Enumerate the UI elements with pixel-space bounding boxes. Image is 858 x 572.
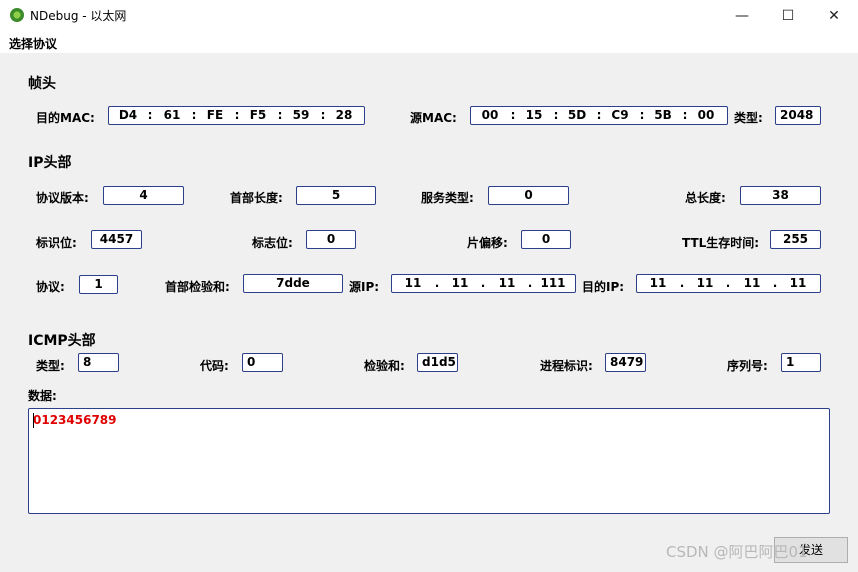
- src-mac-octet[interactable]: 00: [687, 107, 725, 124]
- data-content: 0123456789: [33, 413, 117, 427]
- ip-protocol-field[interactable]: 1: [79, 275, 118, 294]
- minimize-button[interactable]: —: [719, 0, 765, 31]
- src-mac-octet[interactable]: 00: [471, 107, 509, 124]
- watermark: CSDN @阿巴阿巴01: [666, 543, 808, 561]
- ip-header-length-field[interactable]: 5: [296, 186, 376, 205]
- close-button[interactable]: ✕: [811, 0, 857, 31]
- src-ip-field[interactable]: 11 . 11 . 11 . 111: [391, 274, 576, 293]
- dst-mac-field[interactable]: D4 : 61 : FE : F5 : 59 : 28: [108, 106, 365, 125]
- ip-checksum-label: 首部检验和:: [165, 280, 230, 294]
- section-icmp-header: ICMP头部: [28, 333, 96, 349]
- dst-ip-octet[interactable]: 11: [637, 275, 679, 292]
- dst-ip-field[interactable]: 11 . 11 . 11 . 11: [636, 274, 821, 293]
- frame-type-field[interactable]: 2048: [775, 106, 821, 125]
- maximize-button[interactable]: ☐: [765, 0, 811, 31]
- icmp-process-id-label: 进程标识:: [540, 359, 593, 373]
- ip-ttl-field[interactable]: 255: [770, 230, 821, 249]
- ip-fragment-offset-label: 片偏移:: [467, 236, 508, 250]
- section-ip-header: IP头部: [28, 155, 72, 171]
- src-mac-octet[interactable]: 15: [515, 107, 553, 124]
- ip-flags-field[interactable]: 0: [306, 230, 356, 249]
- ip-total-length-label: 总长度:: [685, 191, 726, 205]
- icmp-sequence-label: 序列号:: [727, 359, 768, 373]
- icmp-type-label: 类型:: [36, 359, 65, 373]
- dst-ip-octet[interactable]: 11: [777, 275, 819, 292]
- ip-tos-field[interactable]: 0: [488, 186, 569, 205]
- ip-id-field[interactable]: 4457: [91, 230, 142, 249]
- ip-ttl-label: TTL生存时间:: [682, 236, 760, 250]
- src-mac-octet[interactable]: C9: [601, 107, 639, 124]
- window-title: NDebug - 以太网: [30, 9, 127, 23]
- ip-protocol-label: 协议:: [36, 280, 65, 294]
- data-label: 数据:: [28, 389, 57, 403]
- icmp-checksum-label: 检验和:: [364, 359, 405, 373]
- dst-mac-label: 目的MAC:: [36, 111, 95, 125]
- menu-bar: 选择协议: [0, 31, 858, 53]
- ip-version-label: 协议版本:: [36, 191, 89, 205]
- section-frame-header: 帧头: [28, 76, 56, 92]
- dst-mac-octet[interactable]: FE: [196, 107, 234, 124]
- icmp-type-field[interactable]: 8: [78, 353, 119, 372]
- ip-tos-label: 服务类型:: [421, 191, 474, 205]
- menu-select-protocol[interactable]: 选择协议: [9, 35, 57, 52]
- data-textarea[interactable]: 0123456789: [28, 408, 830, 514]
- src-ip-octet[interactable]: 11: [486, 275, 528, 292]
- text-caret: [33, 413, 34, 428]
- ip-fragment-offset-field[interactable]: 0: [521, 230, 571, 249]
- src-mac-field[interactable]: 00 : 15 : 5D : C9 : 5B : 00: [470, 106, 728, 125]
- icmp-code-field[interactable]: 0: [242, 353, 283, 372]
- frame-type-label: 类型:: [734, 111, 763, 125]
- dst-ip-octet[interactable]: 11: [731, 275, 773, 292]
- ip-flags-label: 标志位:: [252, 236, 293, 250]
- title-bar: NDebug - 以太网 — ☐ ✕: [0, 0, 858, 31]
- app-icon: [10, 8, 24, 22]
- dst-mac-octet[interactable]: D4: [109, 107, 147, 124]
- dst-mac-octet[interactable]: 59: [282, 107, 320, 124]
- main-panel: 帧头 目的MAC: D4 : 61 : FE : F5 : 59 : 28 源M…: [0, 53, 858, 572]
- dst-mac-octet[interactable]: 61: [153, 107, 191, 124]
- ip-total-length-field[interactable]: 38: [740, 186, 821, 205]
- dst-ip-octet[interactable]: 11: [684, 275, 726, 292]
- dst-mac-octet[interactable]: 28: [325, 107, 363, 124]
- dst-mac-octet[interactable]: F5: [239, 107, 277, 124]
- ip-header-length-label: 首部长度:: [230, 191, 283, 205]
- src-mac-label: 源MAC:: [410, 111, 457, 125]
- ip-id-label: 标识位:: [36, 236, 77, 250]
- ip-version-field[interactable]: 4: [103, 186, 184, 205]
- icmp-code-label: 代码:: [200, 359, 229, 373]
- icmp-process-id-field[interactable]: 8479: [605, 353, 646, 372]
- src-mac-octet[interactable]: 5B: [644, 107, 682, 124]
- src-ip-octet[interactable]: 111: [532, 275, 574, 292]
- icmp-checksum-field[interactable]: d1d5: [417, 353, 458, 372]
- src-ip-octet[interactable]: 11: [392, 275, 434, 292]
- src-mac-octet[interactable]: 5D: [558, 107, 596, 124]
- src-ip-octet[interactable]: 11: [439, 275, 481, 292]
- ip-checksum-field[interactable]: 7dde: [243, 274, 343, 293]
- icmp-sequence-field[interactable]: 1: [781, 353, 821, 372]
- src-ip-label: 源IP:: [349, 280, 380, 294]
- dst-ip-label: 目的IP:: [582, 280, 625, 294]
